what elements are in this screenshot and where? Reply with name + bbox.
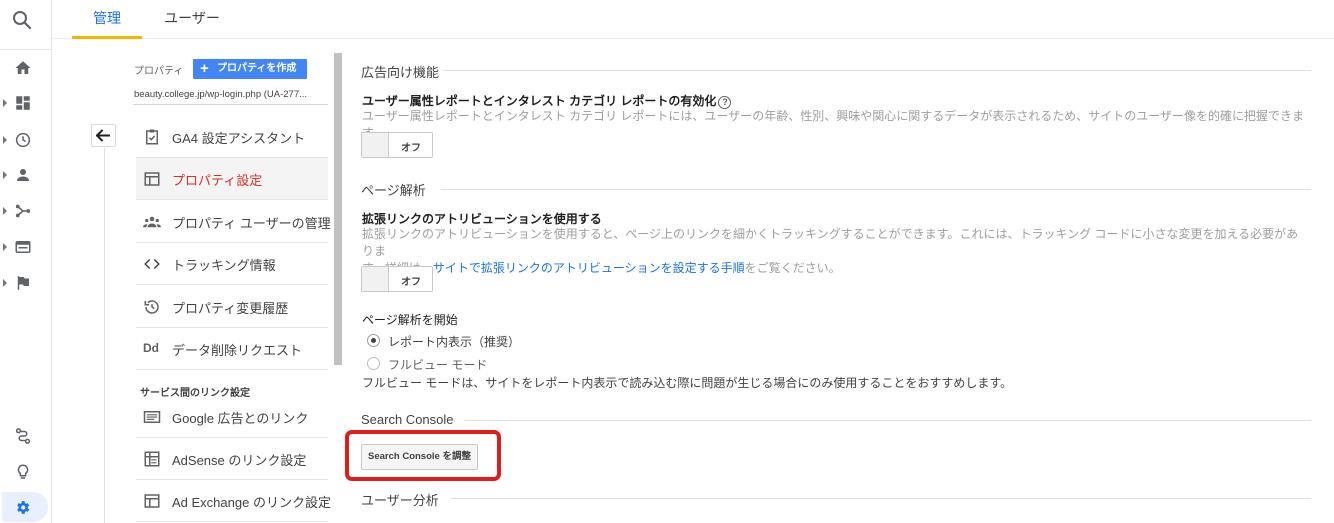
menu-item-google-ads-link[interactable]: Google 広告とのリンク	[136, 396, 328, 438]
section-divider	[465, 420, 1311, 421]
menu-item-label: プロパティ設定	[172, 173, 263, 188]
demographics-toggle[interactable]: オフ	[361, 132, 433, 158]
nav-conversions[interactable]	[0, 271, 52, 295]
left-nav-rail	[0, 0, 52, 523]
person-icon	[17, 169, 29, 181]
back-button[interactable]	[91, 124, 116, 147]
clock-icon	[15, 132, 31, 148]
menu-item-label: Google 広告とのリンク	[172, 411, 309, 426]
code-icon	[144, 258, 160, 270]
enhanced-link-toggle[interactable]: オフ	[361, 266, 433, 292]
property-settings-icon	[144, 172, 160, 186]
annotation-highlight-box	[345, 430, 501, 481]
property-header: プロパティ + プロパティを作成	[133, 59, 328, 79]
nav-realtime[interactable]	[0, 128, 52, 152]
google-ads-icon	[143, 411, 161, 423]
menu-item-label: GA4 設定アシスタント	[172, 131, 306, 146]
property-label: プロパティ	[134, 66, 184, 77]
radio-label: フルビュー モード	[388, 358, 488, 372]
flag-icon	[17, 276, 29, 290]
tab-admin[interactable]: 管理	[72, 0, 142, 39]
enhanced-link-desc-line1: 拡張リンクのアトリビューションを使用すると、ページ上のリンクを細かくトラッキング…	[362, 227, 1299, 258]
attribution-icon[interactable]	[14, 427, 32, 445]
expand-caret-icon	[3, 136, 7, 144]
rail-divider	[0, 49, 52, 50]
nav-home[interactable]	[0, 56, 52, 80]
menu-item-label: Ad Exchange のリンク設定	[172, 495, 331, 510]
menu-item-change-history[interactable]: プロパティ変更履歴	[136, 286, 328, 328]
demographics-setting-desc: ユーザー属性レポートとインタレスト カテゴリ レポートには、ユーザーの年齢、性別…	[362, 109, 1304, 140]
toggle-state: オフ	[401, 143, 421, 154]
menu-item-tracking-info[interactable]: トラッキング情報	[136, 243, 328, 285]
menu-item-ad-exchange-link[interactable]: Ad Exchange のリンク設定	[136, 480, 331, 522]
dashboard-icon	[16, 96, 30, 110]
section-divider	[441, 189, 1311, 190]
expand-caret-icon	[3, 99, 7, 107]
history-icon	[144, 300, 159, 314]
radio-button-selected[interactable]	[367, 334, 380, 347]
toggle-knob	[362, 133, 389, 157]
menu-item-label: プロパティ ユーザーの管理	[172, 216, 331, 231]
page-analysis-start-title: ページ解析を開始	[362, 313, 458, 327]
gear-icon	[17, 501, 30, 514]
analytics-admin-page: 管理 ユーザー プロパティ + プロパティを作成 beauty.college.…	[0, 0, 1334, 523]
lightbulb-icon[interactable]	[14, 463, 32, 481]
search-icon[interactable]	[10, 8, 34, 32]
checklist-icon	[146, 129, 158, 145]
menu-item-ga4-setup[interactable]: GA4 設定アシスタント	[136, 116, 328, 158]
menu-item-property-settings[interactable]: プロパティ設定	[136, 158, 328, 200]
menu-item-label: プロパティ変更履歴	[172, 301, 289, 316]
demographics-setting-label: ユーザー属性レポートとインタレスト カテゴリ レポートの有効化	[362, 94, 717, 108]
nav-behavior[interactable]	[0, 235, 52, 259]
radio-label: レポート内表示（推奨）	[388, 335, 521, 349]
menu-scrollbar[interactable]	[334, 53, 342, 365]
nav-audience[interactable]	[0, 163, 52, 187]
radio-button[interactable]	[367, 357, 380, 370]
demographics-setting-title: ユーザー属性レポートとインタレスト カテゴリ レポートの有効化?	[362, 92, 732, 109]
tab-user[interactable]: ユーザー	[147, 0, 237, 39]
menu-item-label: トラッキング情報	[172, 258, 276, 273]
full-view-note: フルビュー モードは、サイトをレポート内表示で読み込む際に問題が生じる場合にのみ…	[362, 376, 1013, 390]
menu-item-property-users[interactable]: プロパティ ユーザーの管理	[136, 201, 331, 243]
section-divider	[451, 498, 1311, 499]
home-icon	[15, 61, 31, 74]
enhanced-link-title: 拡張リンクのアトリビューションを使用する	[362, 212, 602, 226]
adsense-icon	[144, 451, 160, 467]
menu-item-data-deletion[interactable]: Dd データ削除リクエスト	[136, 328, 328, 370]
expand-caret-icon	[3, 279, 7, 287]
plus-icon: +	[200, 60, 209, 77]
toggle-knob	[362, 267, 389, 291]
acquisition-icon	[15, 204, 31, 218]
menu-item-label: データ削除リクエスト	[172, 343, 303, 358]
toggle-state: オフ	[401, 277, 421, 288]
expand-caret-icon	[3, 207, 7, 215]
section-title-search-console: Search Console	[361, 412, 454, 427]
column-divider	[104, 148, 105, 523]
enhanced-link-help-link[interactable]: サイトで拡張リンクのアトリビューションを設定する手順	[433, 261, 745, 275]
dd-icon: Dd	[143, 341, 159, 355]
section-title-page-analysis: ページ解析	[361, 183, 426, 198]
enhanced-link-desc-line2: す。詳細は、サイトで拡張リンクのアトリビューションを設定する手順をご覧ください。	[362, 260, 1307, 277]
top-tab-bar: 管理 ユーザー	[52, 0, 1334, 39]
section-divider	[443, 70, 1311, 71]
arrow-back-icon	[96, 129, 110, 142]
enhanced-link-desc: 拡張リンクのアトリビューションを使用すると、ページ上のリンクを細かくトラッキング…	[362, 226, 1307, 277]
create-property-label: プロパティを作成	[217, 63, 297, 74]
nav-acquisition[interactable]	[0, 199, 52, 223]
desc-text: をご覧ください。	[744, 261, 841, 275]
section-title-ads: 広告向け機能	[361, 65, 440, 80]
expand-caret-icon	[3, 171, 7, 179]
menu-item-adsense-link[interactable]: AdSense のリンク設定	[136, 438, 328, 480]
section-title-user-analysis: ユーザー分析	[361, 493, 439, 508]
ad-exchange-icon	[144, 494, 160, 508]
property-selector[interactable]: beauty.college.jp/wp-login.php (UA-277..…	[134, 89, 329, 100]
menu-item-label: AdSense のリンク設定	[172, 453, 307, 468]
create-property-button[interactable]: + プロパティを作成	[193, 59, 307, 79]
behavior-icon	[15, 241, 31, 253]
nav-admin[interactable]	[2, 492, 48, 522]
expand-caret-icon	[3, 243, 7, 251]
nav-customization[interactable]	[0, 91, 52, 115]
property-selector-underline	[133, 104, 328, 105]
users-icon	[143, 216, 161, 228]
